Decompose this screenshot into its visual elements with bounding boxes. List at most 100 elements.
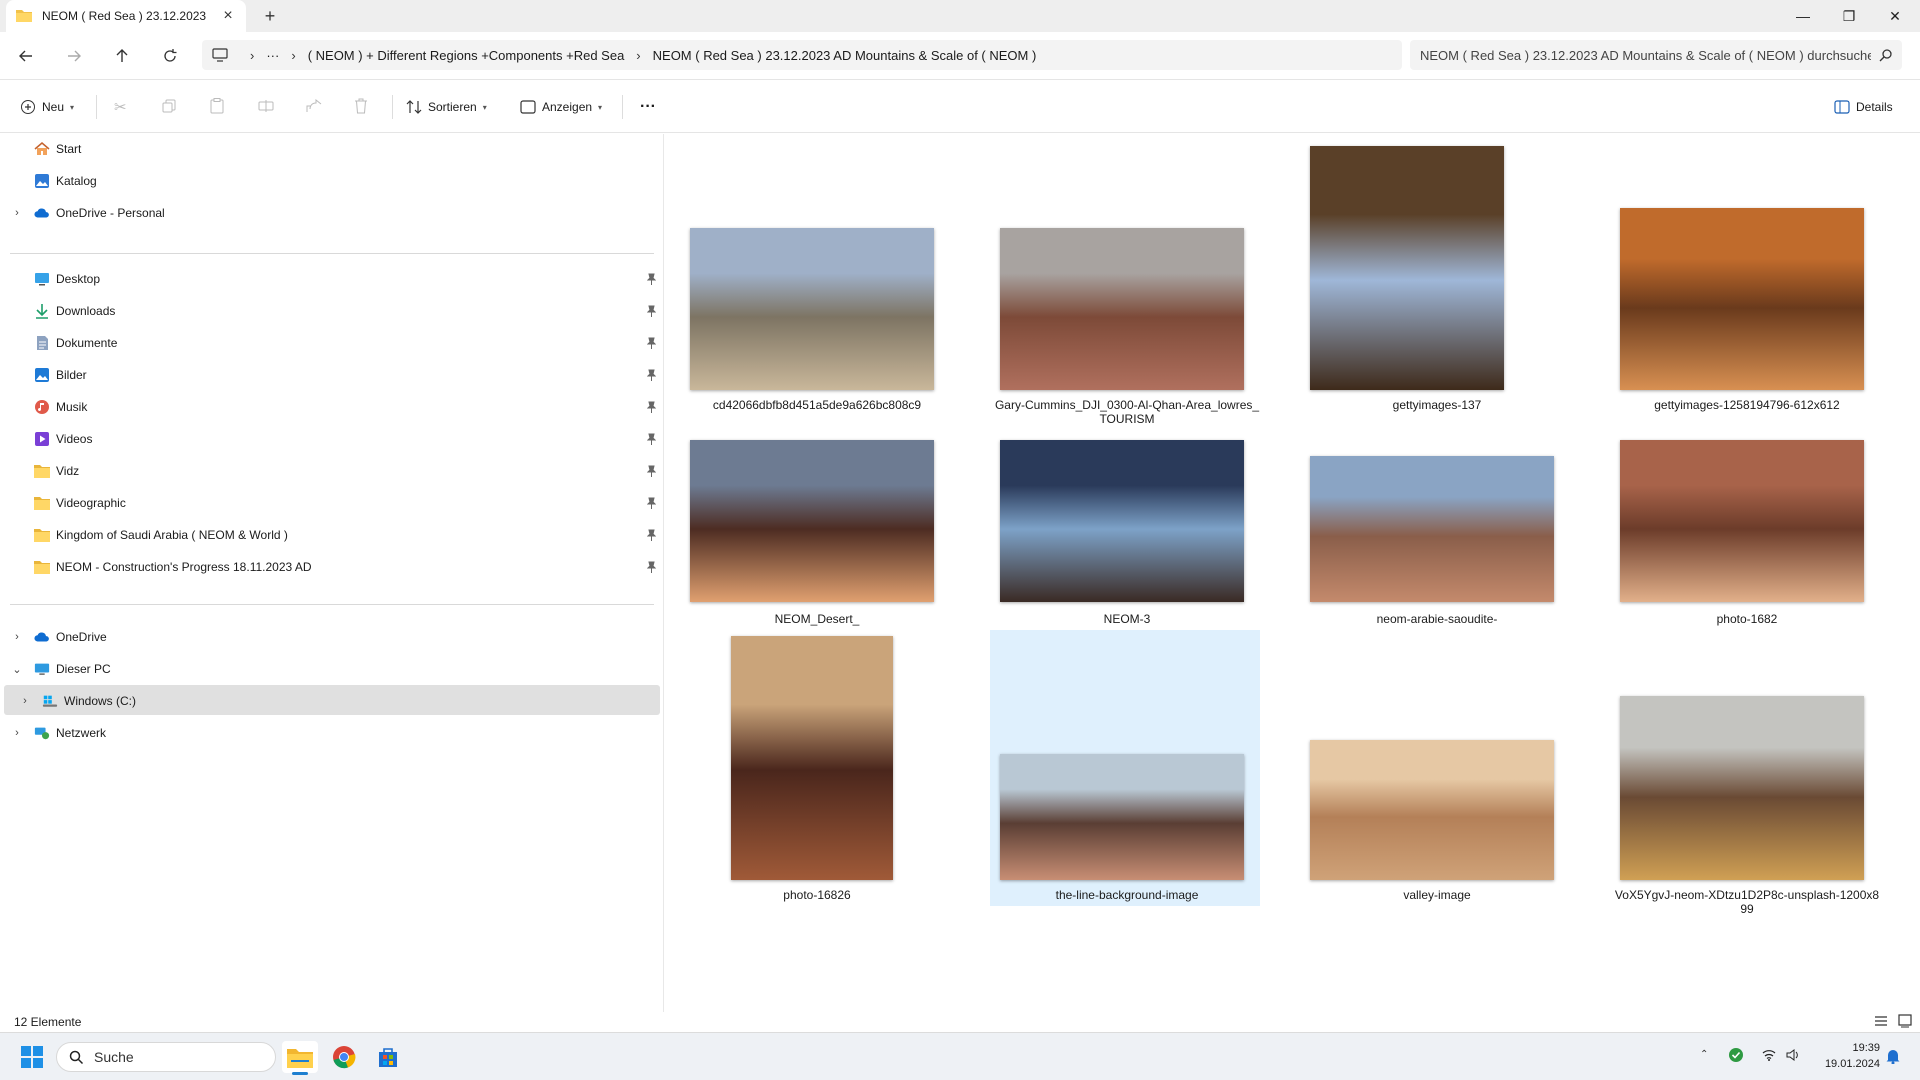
file-explorer-app[interactable] — [282, 1041, 318, 1075]
pin-icon[interactable] — [646, 337, 657, 349]
nav-item-dokumente[interactable]: Dokumente — [34, 328, 117, 358]
pin-icon[interactable] — [646, 401, 657, 413]
chevron-right-icon: › — [250, 47, 255, 63]
image-thumbnail[interactable] — [1620, 440, 1864, 602]
pin-icon[interactable] — [646, 561, 657, 573]
image-thumbnail[interactable] — [1000, 754, 1244, 880]
divider — [10, 253, 654, 254]
breadcrumb[interactable]: › ··· › ( NEOM ) + Different Regions +Co… — [202, 40, 1402, 70]
image-thumbnail[interactable] — [1310, 740, 1554, 880]
minimize-button[interactable]: — — [1780, 0, 1826, 32]
wifi-icon[interactable] — [1762, 1049, 1776, 1064]
start-button[interactable] — [14, 1041, 50, 1073]
store-app[interactable] — [370, 1041, 406, 1073]
paste-button[interactable] — [210, 95, 224, 119]
image-thumbnail[interactable] — [1620, 208, 1864, 390]
nav-item-kingdom-of-saudi-arabia-neom-world[interactable]: Kingdom of Saudi Arabia ( NEOM & World ) — [34, 520, 288, 550]
security-icon[interactable] — [1728, 1047, 1744, 1066]
view-button[interactable]: Anzeigen ▾ — [520, 95, 602, 119]
chrome-icon — [333, 1046, 356, 1069]
chevron-right-icon[interactable]: › — [10, 727, 24, 739]
nav-item-musik[interactable]: Musik — [34, 392, 87, 422]
pin-icon[interactable] — [646, 369, 657, 381]
rename-button[interactable] — [258, 95, 274, 119]
nav-item-videographic[interactable]: Videographic — [34, 488, 126, 518]
breadcrumb-item[interactable]: NEOM ( Red Sea ) 23.12.2023 AD Mountains… — [653, 48, 1037, 63]
pin-icon[interactable] — [646, 273, 657, 285]
pin-icon[interactable] — [646, 497, 657, 509]
system-clock[interactable]: 19:39 19.01.2024 — [1808, 1040, 1880, 1072]
pin-icon[interactable] — [646, 529, 657, 541]
back-button[interactable] — [12, 44, 40, 68]
image-thumbnail[interactable] — [1620, 696, 1864, 880]
nav-item-netzwerk[interactable]: › Netzwerk — [15, 718, 106, 748]
copy-button[interactable] — [162, 95, 176, 119]
nav-item-neom-construction-s-progress-18-11-2023-ad[interactable]: NEOM - Construction's Progress 18.11.202… — [34, 552, 312, 582]
forward-button[interactable] — [60, 44, 88, 68]
nav-item-bilder[interactable]: Bilder — [34, 360, 87, 390]
taskbar-search[interactable]: Suche — [56, 1042, 276, 1072]
nav-item-label: Dieser PC — [56, 662, 111, 676]
more-options-button[interactable]: ··· — [640, 95, 656, 119]
chevron-down-icon[interactable]: ⌄ — [10, 663, 24, 676]
share-button[interactable] — [306, 95, 322, 119]
image-thumbnail[interactable] — [1000, 440, 1244, 602]
chevron-up-icon[interactable]: ⌃ — [1700, 1049, 1708, 1060]
image-thumbnail[interactable] — [1310, 456, 1554, 602]
image-thumbnail[interactable] — [731, 636, 893, 880]
navigation-pane: Start Katalog › OneDrive - Personal Desktop D… — [0, 134, 664, 1012]
search-input[interactable]: NEOM ( Red Sea ) 23.12.2023 AD Mountains… — [1410, 40, 1902, 70]
details-button[interactable]: Details — [1834, 95, 1893, 119]
chevron-right-icon[interactable]: › — [10, 631, 24, 643]
nav-item-videos[interactable]: Videos — [34, 424, 92, 454]
windows-logo-icon — [21, 1046, 43, 1068]
image-thumbnail[interactable] — [1000, 228, 1244, 390]
refresh-button[interactable] — [156, 44, 184, 68]
chevron-right-icon[interactable]: › — [10, 207, 24, 219]
breadcrumb-item[interactable]: ( NEOM ) + Different Regions +Components… — [308, 48, 625, 63]
maximize-button[interactable]: ❐ — [1826, 0, 1872, 32]
breadcrumb-overflow[interactable]: ··· — [266, 48, 279, 63]
image-thumbnail[interactable] — [1310, 146, 1504, 390]
plus-circle-icon — [20, 99, 36, 115]
nav-item-downloads[interactable]: Downloads — [34, 296, 115, 326]
nav-item-vidz[interactable]: Vidz — [34, 456, 79, 486]
image-thumbnail[interactable] — [690, 440, 934, 602]
chevron-right-icon[interactable]: › — [18, 695, 32, 707]
new-tab-button[interactable]: + — [260, 6, 280, 27]
delete-button[interactable] — [354, 95, 368, 119]
close-tab-button[interactable]: × — [220, 7, 236, 25]
folder-icon — [34, 527, 50, 543]
file-name: the-line-background-image — [1055, 888, 1199, 902]
toolbar-divider — [622, 95, 623, 119]
cut-button[interactable]: ✂ — [114, 95, 127, 119]
nav-item-label: OneDrive - Personal — [56, 206, 165, 220]
nav-item-desktop[interactable]: Desktop — [34, 264, 100, 294]
toolbar-divider — [96, 95, 97, 119]
pin-icon[interactable] — [646, 305, 657, 317]
notification-bell-icon[interactable] — [1886, 1048, 1900, 1067]
close-window-button[interactable]: ✕ — [1872, 0, 1918, 32]
nav-item-windows-c[interactable]: › Windows (C:) — [23, 686, 136, 716]
file-name: photo-1682 — [1716, 612, 1778, 626]
pin-icon[interactable] — [646, 465, 657, 477]
nav-item-dieser-pc[interactable]: ⌄ Dieser PC — [12, 654, 111, 684]
image-thumbnail[interactable] — [690, 228, 934, 390]
sort-button[interactable]: Sortieren ▾ — [406, 95, 487, 119]
chrome-app[interactable] — [326, 1041, 362, 1073]
view-icon — [520, 100, 536, 114]
nav-item-start[interactable]: Start — [34, 134, 81, 164]
new-button[interactable]: Neu ▾ — [20, 95, 74, 119]
list-view-icon[interactable] — [1874, 1014, 1888, 1031]
tab-neom-red-sea[interactable]: NEOM ( Red Sea ) 23.12.2023 × — [6, 0, 246, 32]
nav-item-onedrive[interactable]: › OneDrive — [15, 622, 107, 652]
nav-item-katalog[interactable]: Katalog — [34, 166, 97, 196]
pin-icon[interactable] — [646, 433, 657, 445]
file-name: gettyimages-137 — [1392, 398, 1482, 412]
arrow-up-icon — [116, 49, 128, 62]
toolbar-divider — [392, 95, 393, 119]
thumbnail-view-icon[interactable] — [1898, 1014, 1912, 1031]
up-button[interactable] — [108, 44, 136, 68]
nav-item-onedrive-personal[interactable]: › OneDrive - Personal — [15, 198, 165, 228]
volume-icon[interactable] — [1786, 1048, 1800, 1065]
